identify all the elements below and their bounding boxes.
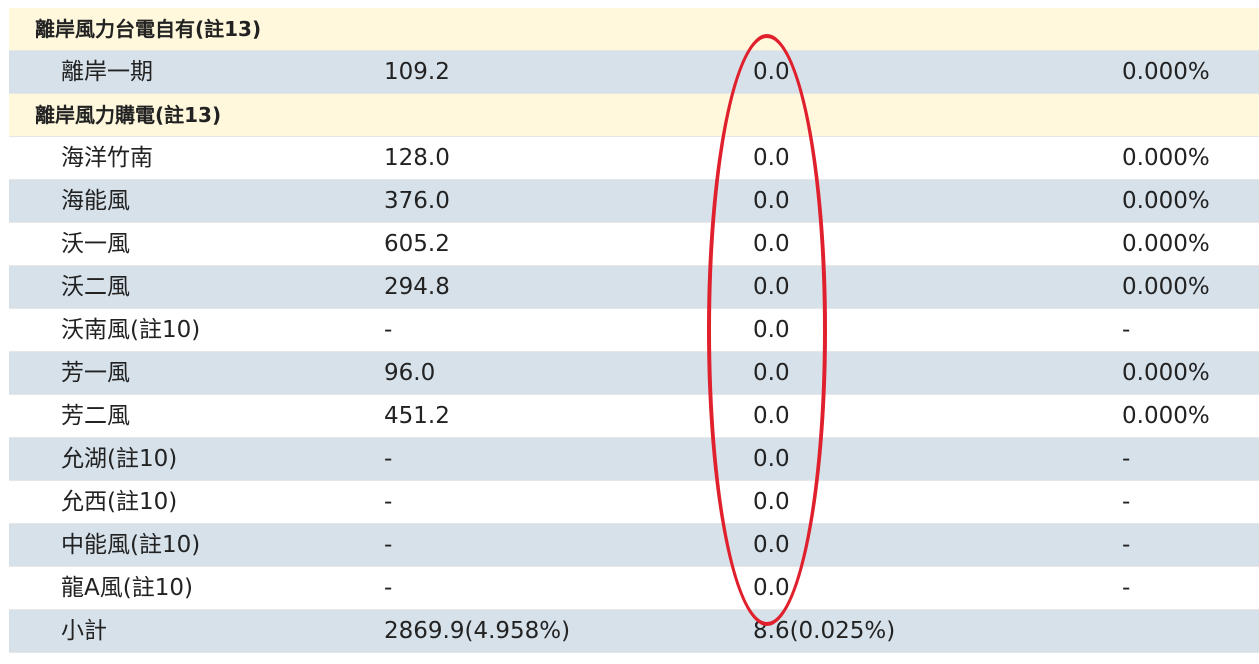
capacity-value: 376.0 xyxy=(384,188,450,214)
percent-value: 0.000% xyxy=(1122,231,1210,257)
capacity-value: - xyxy=(384,532,393,558)
percent-value: - xyxy=(1122,489,1131,515)
capacity-value: - xyxy=(384,317,393,343)
table-row: 芳一風 96.0 0.0 0.000% xyxy=(9,352,1259,395)
unit-name: 沃一風 xyxy=(61,231,130,257)
generation-value: 0.0 xyxy=(753,446,790,472)
capacity-value: - xyxy=(384,446,393,472)
section-header: 離岸風力台電自有(註13) xyxy=(9,8,1259,51)
capacity-value: - xyxy=(384,489,393,515)
subtotal-generation: 8.6(0.025%) xyxy=(753,618,896,644)
generation-value: 0.0 xyxy=(753,317,790,343)
generation-value: 0.0 xyxy=(753,59,790,85)
table-row: 中能風(註10) - 0.0 - xyxy=(9,524,1259,567)
unit-name: 沃南風(註10) xyxy=(61,317,201,343)
table-row: 海能風 376.0 0.0 0.000% xyxy=(9,180,1259,223)
percent-value: - xyxy=(1122,532,1131,558)
generation-value: 0.0 xyxy=(753,231,790,257)
subtotal-label: 小計 xyxy=(61,618,107,644)
table-row: 芳二風 451.2 0.0 0.000% xyxy=(9,395,1259,438)
generation-value: 0.0 xyxy=(753,532,790,558)
unit-name: 海洋竹南 xyxy=(61,145,153,171)
percent-value: 0.000% xyxy=(1122,145,1210,171)
unit-name: 龍A風(註10) xyxy=(61,575,193,601)
table-row: 沃南風(註10) - 0.0 - xyxy=(9,309,1259,352)
unit-name: 沃二風 xyxy=(61,274,130,300)
percent-value: 0.000% xyxy=(1122,59,1210,85)
capacity-value: 109.2 xyxy=(384,59,450,85)
table-row: 沃一風 605.2 0.0 0.000% xyxy=(9,223,1259,266)
percent-value: 0.000% xyxy=(1122,360,1210,386)
generation-value: 0.0 xyxy=(753,188,790,214)
capacity-value: 605.2 xyxy=(384,231,450,257)
percent-value: 0.000% xyxy=(1122,403,1210,429)
unit-name: 芳二風 xyxy=(61,403,130,429)
generation-value: 0.0 xyxy=(753,489,790,515)
generation-value: 0.0 xyxy=(753,575,790,601)
subtotal-capacity: 2869.9(4.958%) xyxy=(384,618,571,644)
section-header: 離岸風力購電(註13) xyxy=(9,94,1259,137)
unit-name: 離岸一期 xyxy=(61,59,153,85)
percent-value: 0.000% xyxy=(1122,188,1210,214)
generation-value: 0.0 xyxy=(753,403,790,429)
unit-name: 允西(註10) xyxy=(61,489,178,515)
percent-value: 0.000% xyxy=(1122,274,1210,300)
table-row: 龍A風(註10) - 0.0 - xyxy=(9,567,1259,610)
generation-value: 0.0 xyxy=(753,274,790,300)
subtotal-row: 小計 2869.9(4.958%) 8.6(0.025%) xyxy=(9,610,1259,653)
capacity-value: 128.0 xyxy=(384,145,450,171)
unit-name: 允湖(註10) xyxy=(61,446,178,472)
table-row: 海洋竹南 128.0 0.0 0.000% xyxy=(9,137,1259,180)
table-row: 離岸一期 109.2 0.0 0.000% xyxy=(9,51,1259,94)
table-row: 沃二風 294.8 0.0 0.000% xyxy=(9,266,1259,309)
unit-name: 中能風(註10) xyxy=(61,532,201,558)
capacity-value: - xyxy=(384,575,393,601)
capacity-value: 96.0 xyxy=(384,360,436,386)
percent-value: - xyxy=(1122,317,1131,343)
percent-value: - xyxy=(1122,446,1131,472)
generation-value: 0.0 xyxy=(753,145,790,171)
unit-name: 海能風 xyxy=(61,188,130,214)
table-row: 允西(註10) - 0.0 - xyxy=(9,481,1259,524)
capacity-value: 451.2 xyxy=(384,403,450,429)
unit-name: 芳一風 xyxy=(61,360,130,386)
section-header-label: 離岸風力購電(註13) xyxy=(35,103,222,127)
section-header-label: 離岸風力台電自有(註13) xyxy=(35,17,262,41)
generation-table: 離岸風力台電自有(註13) 離岸一期 109.2 0.0 0.000% 離岸風力… xyxy=(9,8,1259,653)
generation-value: 0.0 xyxy=(753,360,790,386)
capacity-value: 294.8 xyxy=(384,274,450,300)
percent-value: - xyxy=(1122,575,1131,601)
table-row: 允湖(註10) - 0.0 - xyxy=(9,438,1259,481)
